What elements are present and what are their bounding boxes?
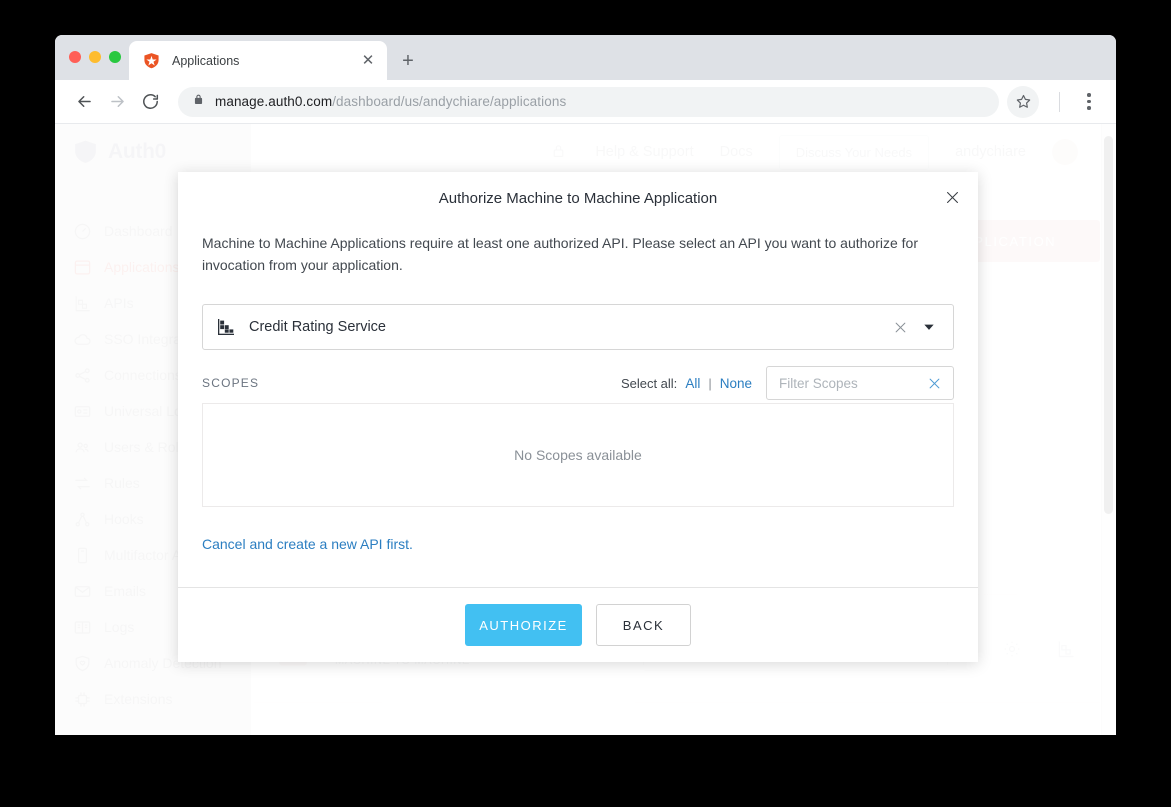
scopes-select-controls: Select all: All | None <box>621 366 954 400</box>
api-select-dropdown[interactable]: Credit Rating Service <box>202 304 954 350</box>
url-path: /dashboard/us/andychiare/applications <box>332 94 567 109</box>
star-icon[interactable] <box>1007 85 1039 118</box>
close-window-button[interactable] <box>69 51 81 63</box>
scopes-list-panel: No Scopes available <box>202 403 954 507</box>
close-tab-button[interactable]: ✕ <box>357 50 379 72</box>
modal-footer: AUTHORIZE BACK <box>178 587 978 662</box>
clear-x-icon[interactable] <box>889 316 911 338</box>
select-all-link[interactable]: All <box>685 376 700 391</box>
window-traffic-lights <box>69 51 121 63</box>
separator: | <box>708 375 712 391</box>
page-title: Authorize Machine to Machine Application <box>438 189 718 207</box>
modal-body: Machine to Machine Applications require … <box>178 224 978 587</box>
clear-x-icon[interactable] <box>923 372 945 394</box>
chevron-down-icon[interactable] <box>917 316 941 338</box>
back-button[interactable]: BACK <box>596 604 691 646</box>
page-viewport: Auth0 Dashboard Applications APIs <box>55 124 1116 735</box>
modal-description: Machine to Machine Applications require … <box>202 235 918 273</box>
filter-scopes-box[interactable] <box>766 366 954 400</box>
api-steps-icon <box>217 318 235 336</box>
select-all-label: Select all: <box>620 375 678 391</box>
browser-tab-strip: Applications ✕ + <box>55 35 1116 80</box>
address-bar[interactable]: manage.auth0.com/dashboard/us/andychiare… <box>178 86 999 117</box>
browser-toolbar: manage.auth0.com/dashboard/us/andychiare… <box>55 80 1116 124</box>
maximize-window-button[interactable] <box>109 51 121 63</box>
toolbar-divider <box>1059 91 1060 112</box>
authorize-button[interactable]: AUTHORIZE <box>465 604 582 646</box>
authorize-m2m-modal: Authorize Machine to Machine Application… <box>178 172 978 662</box>
address-bar-url: manage.auth0.com/dashboard/us/andychiare… <box>215 94 566 109</box>
padlock-icon <box>192 93 205 111</box>
kebab-menu-icon[interactable] <box>1076 87 1102 117</box>
scopes-empty-message: No Scopes available <box>514 447 642 463</box>
reload-button[interactable] <box>135 87 165 117</box>
back-button[interactable] <box>69 87 99 117</box>
auth0-logo-icon <box>143 52 160 69</box>
browser-tab-applications[interactable]: Applications ✕ <box>129 41 387 80</box>
scopes-toolbar: SCOPES Select all: All | None <box>202 366 954 400</box>
modal-header: Authorize Machine to Machine Application <box>178 172 978 224</box>
new-tab-button[interactable]: + <box>395 48 421 74</box>
browser-tab-title: Applications <box>172 53 240 68</box>
scopes-section-label: SCOPES <box>202 376 260 390</box>
select-none-link[interactable]: None <box>720 376 752 391</box>
forward-button[interactable] <box>102 87 132 117</box>
browser-window: Applications ✕ + manage.auth0.com/dashbo… <box>55 35 1116 735</box>
cancel-create-api-link[interactable]: Cancel and create a new API first. <box>202 536 413 552</box>
close-icon[interactable] <box>938 183 966 211</box>
url-host: manage.auth0.com <box>215 94 333 109</box>
filter-scopes-input[interactable] <box>779 375 923 391</box>
selected-api-name: Credit Rating Service <box>249 319 386 335</box>
minimize-window-button[interactable] <box>89 51 101 63</box>
